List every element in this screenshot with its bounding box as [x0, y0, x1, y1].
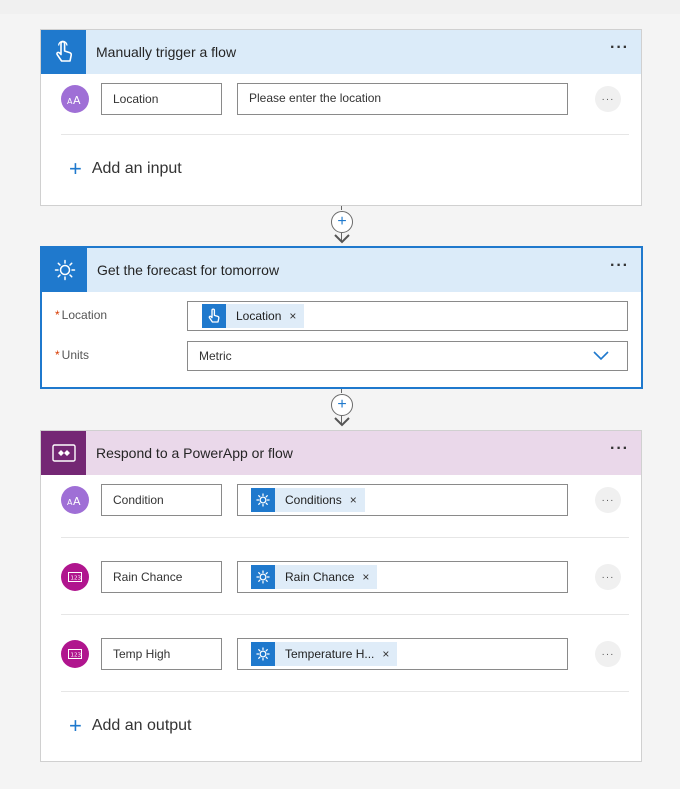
connector-2: + [331, 389, 353, 429]
input-placeholder-field[interactable]: Please enter the location [237, 83, 568, 115]
divider [61, 134, 629, 135]
output-value-field[interactable]: Rain Chance × [237, 561, 568, 593]
sun-icon [42, 248, 87, 292]
output-value-field[interactable]: Conditions × [237, 484, 568, 516]
arrow-down-icon [334, 234, 350, 244]
sun-icon [251, 642, 275, 666]
temperature-high-token[interactable]: Temperature H... × [251, 642, 398, 666]
required-mark: * [55, 348, 60, 362]
forecast-card: Get the forecast for tomorrow ··· * Locat… [40, 246, 643, 389]
respond-card: Respond to a PowerApp or flow ··· AA Con… [40, 430, 642, 762]
forecast-card-title: Get the forecast for tomorrow [97, 262, 280, 278]
output-more-button[interactable]: ··· [595, 564, 621, 590]
location-field[interactable]: Location × [187, 301, 628, 331]
remove-token-button[interactable]: × [362, 570, 369, 584]
respond-card-title: Respond to a PowerApp or flow [96, 445, 293, 461]
divider [61, 614, 629, 615]
remove-token-button[interactable]: × [350, 493, 357, 507]
trigger-more-button[interactable]: ··· [610, 40, 629, 56]
output-name-field[interactable]: Condition [101, 484, 222, 516]
rain-chance-token[interactable]: Rain Chance × [251, 565, 378, 589]
conditions-token[interactable]: Conditions × [251, 488, 365, 512]
location-field-label: * Location [55, 308, 108, 322]
output-row-rain-chance: 123 Rain Chance Rain Chance × ··· [61, 561, 629, 593]
add-input-label: Add an input [91, 160, 182, 177]
output-value-field[interactable]: Temperature H... × [237, 638, 568, 670]
arrow-down-icon [334, 417, 350, 427]
units-field-label: * Units [55, 348, 90, 362]
trigger-input-row: AA Location Please enter the location ··… [61, 83, 629, 115]
hand-pointer-icon [202, 304, 226, 328]
output-name-field[interactable]: Rain Chance [101, 561, 222, 593]
units-dropdown[interactable]: Metric [187, 341, 628, 371]
forecast-more-button[interactable]: ··· [610, 258, 629, 274]
number-type-icon: 123 [61, 563, 89, 591]
trigger-card-title: Manually trigger a flow [96, 44, 237, 60]
plus-icon: + [69, 713, 82, 738]
divider [61, 537, 629, 538]
location-token-label: Location [236, 309, 282, 323]
add-input-button[interactable]: + Add an input [69, 156, 182, 181]
sun-icon [251, 565, 275, 589]
remove-token-button[interactable]: × [289, 309, 296, 323]
required-mark: * [55, 308, 60, 322]
forecast-card-header[interactable]: Get the forecast for tomorrow ··· [42, 248, 641, 292]
units-selected-value: Metric [199, 349, 232, 363]
respond-more-button[interactable]: ··· [610, 441, 629, 457]
svg-text:123: 123 [71, 576, 82, 582]
text-type-icon: AA [61, 85, 89, 113]
insert-step-button[interactable]: + [331, 394, 353, 416]
number-type-icon: 123 [61, 640, 89, 668]
output-name-field[interactable]: Temp High [101, 638, 222, 670]
token-label: Rain Chance [285, 570, 355, 584]
remove-token-button[interactable]: × [382, 647, 389, 661]
respond-card-header[interactable]: Respond to a PowerApp or flow ··· [41, 431, 641, 475]
sun-icon [251, 488, 275, 512]
svg-text:123: 123 [71, 653, 82, 659]
text-type-icon: AA [61, 486, 89, 514]
chevron-down-icon [593, 351, 609, 361]
hand-pointer-icon [41, 30, 86, 74]
trigger-card: Manually trigger a flow ··· AA Location … [40, 29, 642, 206]
svg-text:A: A [73, 94, 81, 105]
powerapps-icon [41, 431, 86, 475]
location-token[interactable]: Location × [202, 304, 305, 328]
input-name-field[interactable]: Location [101, 83, 222, 115]
output-more-button[interactable]: ··· [595, 641, 621, 667]
output-row-temp-high: 123 Temp High Temperature H... × ··· [61, 638, 629, 670]
connector-1: + [331, 206, 353, 246]
plus-icon: + [69, 156, 82, 181]
token-label: Temperature H... [285, 647, 375, 661]
add-output-button[interactable]: + Add an output [69, 713, 192, 738]
trigger-card-header[interactable]: Manually trigger a flow ··· [41, 30, 641, 74]
input-more-button[interactable]: ··· [595, 86, 621, 112]
add-output-label: Add an output [91, 717, 192, 734]
divider [61, 691, 629, 692]
output-row-condition: AA Condition Conditions × ··· [61, 484, 629, 516]
svg-text:A: A [73, 495, 81, 506]
token-label: Conditions [285, 493, 342, 507]
insert-step-button[interactable]: + [331, 211, 353, 233]
output-more-button[interactable]: ··· [595, 487, 621, 513]
top-bar [0, 0, 680, 14]
